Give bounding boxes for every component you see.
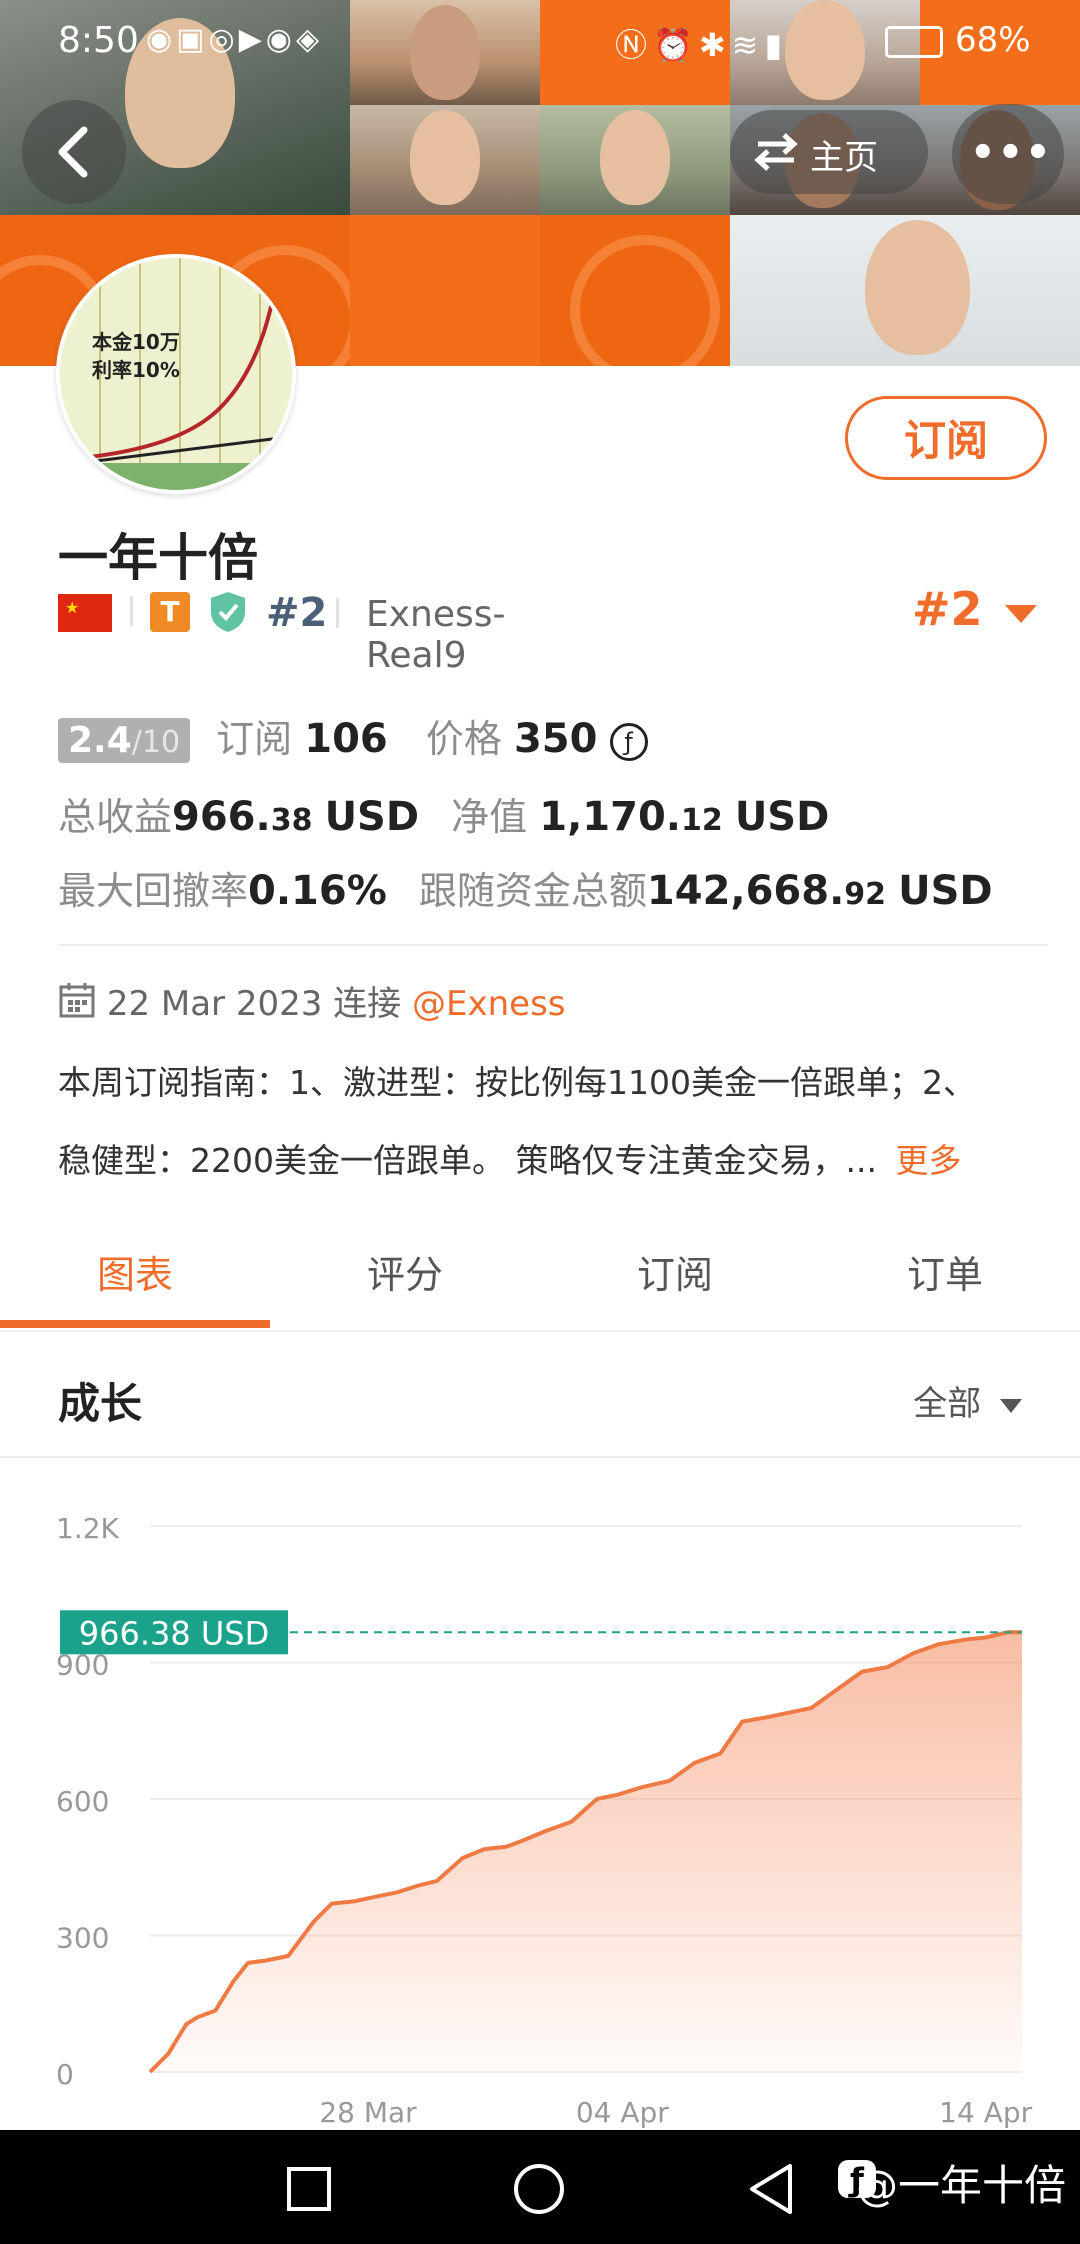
recents-icon[interactable] — [286, 2166, 332, 2212]
banner-tile — [350, 215, 540, 366]
x-tick-label: 14 Apr — [939, 2096, 1032, 2129]
account-server: Exness-Real9 — [366, 594, 506, 676]
active-tab-indicator — [0, 1320, 270, 1328]
more-button[interactable]: ••• — [952, 104, 1064, 204]
y-tick-label: 600 — [56, 1785, 109, 1818]
rank-badge: #2 — [266, 590, 328, 636]
banner-photo — [730, 215, 1080, 366]
divider — [0, 1330, 1080, 1332]
series-area — [150, 1632, 1022, 2072]
equity-int: 1,170. — [539, 794, 681, 840]
notification-icons: ◉▣◎▶◉◈ — [146, 22, 324, 57]
swap-icon — [754, 133, 798, 171]
profile-name: 一年十倍 — [58, 529, 258, 587]
follow-dec: 92 — [844, 877, 887, 912]
divider — [0, 1456, 1080, 1458]
home-label: 主页 — [810, 138, 878, 178]
chevron-down-icon — [1004, 604, 1037, 623]
back-button[interactable] — [22, 100, 126, 204]
avatar-text-1: 本金10万 — [92, 330, 180, 354]
home-button[interactable]: 主页 — [730, 110, 928, 194]
growth-chart-svg: 03006009001.2K28 Mar 04 Apr 14 Apr966.38 U… — [56, 1512, 1033, 2129]
connection-row: 22 Mar 2023 连接 @Exness — [58, 976, 566, 1025]
subs-label: 订阅 — [216, 717, 293, 761]
drawdown-value: 0.16% — [248, 868, 387, 914]
description-line-1: 本周订阅指南：1、激进型：按比例每1100美金一倍跟单；2、 — [58, 1063, 976, 1102]
description-line-2-text: 稳健型：2200美金一倍跟单。 策略仅专注黄金交易，... — [58, 1141, 877, 1180]
tab-chart[interactable]: 图表 — [0, 1220, 270, 1330]
price-value: 350 — [513, 716, 598, 762]
equity-unit: USD — [734, 794, 830, 840]
current-value-label: 966.38 USD — [79, 1614, 270, 1652]
more-link[interactable]: 更多 — [895, 1141, 961, 1180]
follow-int: 142,668. — [646, 868, 845, 914]
back-icon[interactable] — [746, 2162, 796, 2216]
subscribe-button[interactable]: 订阅 — [845, 396, 1047, 480]
rank-dropdown-label: #2 — [912, 582, 983, 636]
x-tick-label: 04 Apr — [576, 2096, 669, 2129]
range-filter-label: 全部 — [913, 1384, 982, 1424]
system-navigation-bar: ƒ @一年十倍 — [0, 2130, 1080, 2244]
stats-row-1: 2.4/10 订阅 106 价格 350 ƒ — [58, 708, 648, 763]
divider — [58, 944, 1048, 946]
equity-dec: 12 — [680, 803, 723, 838]
total-profit-label: 总收益 — [58, 795, 173, 839]
battery-icon — [885, 26, 943, 58]
y-tick-label: 1.2K — [56, 1512, 120, 1545]
back-arrow-icon — [58, 126, 88, 178]
description-line-2: 稳健型：2200美金一倍跟单。 策略仅专注黄金交易，... 更多 — [58, 1134, 1048, 1182]
watermark-text: @一年十倍 — [855, 2161, 1066, 2210]
growth-chart: 0 300 600 900 1.2K 28 Mar 04 Apr 14 Apr 966.38 U… — [0, 1460, 1080, 2130]
banner-photo — [350, 105, 540, 215]
banner-photo — [540, 105, 730, 215]
stats-row-3: 最大回撤率0.16% 跟随资金总额142,668.92 USD — [58, 860, 993, 915]
avatar[interactable]: 本金10万 利率10% — [56, 254, 296, 494]
status-bar: 8:50 ◉▣◎▶◉◈ Ⓝ⏰✱≋▮ 68% — [0, 0, 1080, 80]
subs-value: 106 — [304, 716, 388, 762]
total-profit-dec: 38 — [270, 803, 313, 838]
follow-unit: USD — [898, 868, 993, 914]
home-icon[interactable] — [512, 2162, 566, 2216]
range-filter[interactable]: 全部 — [913, 1376, 1024, 1425]
connection-text: 连接 — [333, 984, 402, 1024]
x-tick-label: 28 Mar — [319, 2096, 417, 2129]
svg-text:★: ★ — [65, 598, 79, 617]
y-tick-label: 300 — [56, 1922, 109, 1955]
verified-shield-icon — [211, 592, 245, 632]
trader-badge: T — [150, 592, 190, 632]
follow-label: 跟随资金总额 — [418, 869, 647, 913]
rank-dropdown[interactable]: #2 — [912, 582, 1039, 636]
more-icon: ••• — [970, 130, 1053, 176]
system-icons: Ⓝ⏰✱≋▮ — [615, 26, 789, 64]
price-label: 价格 — [425, 717, 502, 761]
tab-orders[interactable]: 订单 — [810, 1220, 1080, 1330]
equity-label: 净值 — [451, 795, 528, 839]
y-tick-label: 0 — [56, 2058, 74, 2091]
total-profit-unit: USD — [324, 794, 420, 840]
score-max: /10 — [131, 725, 181, 760]
tab-bar: 图表 评分 订阅 订单 — [0, 1220, 1080, 1330]
chevron-down-icon — [1000, 1399, 1022, 1413]
banner-tile — [540, 215, 730, 366]
stats-row-2: 总收益966.38 USD 净值 1,170.12 USD — [58, 786, 829, 841]
coin-icon: ƒ — [609, 722, 648, 761]
status-time: 8:50 — [58, 20, 139, 61]
drawdown-label: 最大回撤率 — [58, 869, 249, 913]
growth-title: 成长 — [58, 1379, 143, 1428]
tab-rating[interactable]: 评分 — [270, 1220, 540, 1330]
score-badge: 2.4/10 — [58, 718, 191, 763]
connection-date: 22 Mar 2023 — [106, 984, 323, 1024]
broker-link[interactable]: @Exness — [412, 984, 566, 1024]
score-value: 2.4 — [68, 720, 132, 761]
total-profit-int: 966. — [172, 794, 271, 840]
calendar-icon — [59, 983, 95, 1018]
china-flag-icon: ★ — [58, 594, 112, 632]
tab-subscriptions[interactable]: 订阅 — [540, 1220, 810, 1330]
battery-level: 68% — [955, 20, 1031, 60]
avatar-text-2: 利率10% — [92, 358, 180, 382]
